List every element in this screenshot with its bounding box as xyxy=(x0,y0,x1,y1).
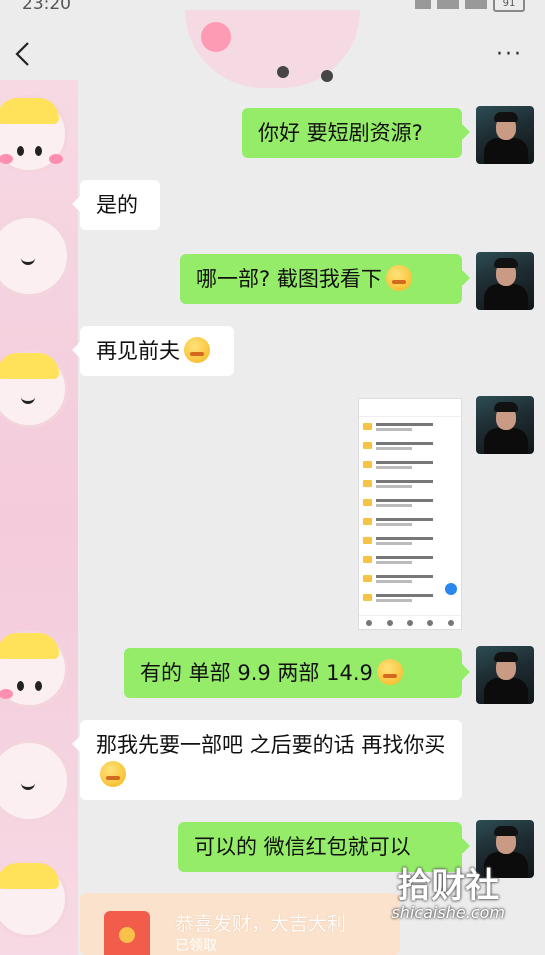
avatar[interactable] xyxy=(476,106,534,164)
screenshot-tabbar xyxy=(359,615,461,629)
watermark-sub: shicaishe.com xyxy=(391,903,505,922)
folder-icon xyxy=(363,575,372,582)
battery-icon: 91 xyxy=(493,0,525,12)
message-text: 那我先要一部吧 之后要的话 再找你买 xyxy=(96,733,446,757)
folder-icon xyxy=(363,423,372,430)
message-text: 再见前夫 xyxy=(96,339,180,363)
red-packet-title: 恭喜发财，大吉大利 xyxy=(175,913,347,935)
avatar[interactable] xyxy=(476,646,534,704)
folder-icon xyxy=(363,556,372,563)
folder-icon xyxy=(363,461,372,468)
red-packet-icon xyxy=(104,911,150,955)
red-packet-status: 已领取 xyxy=(175,938,217,954)
avatar[interactable] xyxy=(476,252,534,310)
avatar[interactable] xyxy=(476,396,534,454)
message-text: 是的 xyxy=(96,193,138,217)
signal-icon-2 xyxy=(465,0,487,9)
folder-icon xyxy=(363,499,372,506)
message-bubble-sent[interactable]: 有的 单部 9.9 两部 14.9 xyxy=(124,648,470,698)
message-text: 有的 单部 9.9 两部 14.9 xyxy=(140,661,373,685)
message-bubble-received[interactable]: 再见前夫 xyxy=(72,326,234,376)
folder-icon xyxy=(363,480,372,487)
wifi-icon xyxy=(415,0,431,9)
message-text: 你好 要短剧资源? xyxy=(258,121,423,145)
status-time: 23:20 xyxy=(22,0,71,14)
message-bubble-received[interactable]: 是的 xyxy=(72,180,160,230)
screenshot-header xyxy=(359,399,461,417)
folder-icon xyxy=(363,518,372,525)
message-text: 可以的 微信红包就可以 xyxy=(194,835,411,859)
red-packet-card[interactable]: 恭喜发财，大吉大利 已领取 xyxy=(80,893,400,955)
message-text: 哪一部? 截图我看下 xyxy=(196,267,382,291)
message-bubble-received[interactable]: 那我先要一部吧 之后要的话 再找你买 xyxy=(72,720,462,800)
chat-header: ··· xyxy=(0,14,545,92)
more-dots-icon[interactable]: ··· xyxy=(496,44,523,66)
folder-icon xyxy=(363,537,372,544)
laugh-cry-emoji-icon xyxy=(184,337,210,363)
message-bubble-sent[interactable]: 哪一部? 截图我看下 xyxy=(180,254,470,304)
signal-icon xyxy=(437,0,459,9)
status-icons: 91 xyxy=(415,0,525,12)
smirk-emoji-icon xyxy=(385,265,412,291)
folder-icon xyxy=(363,442,372,449)
watermark-main: 拾财社 xyxy=(397,866,500,906)
chevron-left-icon[interactable] xyxy=(12,40,34,68)
watermark: 拾财社 shicaishe.com xyxy=(391,858,505,922)
wallpaper-cartoon-strip xyxy=(0,80,78,955)
smirk-emoji-icon xyxy=(100,761,126,787)
folder-icon xyxy=(363,594,372,601)
smirk-emoji-icon xyxy=(376,659,403,685)
image-message-screenshot[interactable] xyxy=(358,398,462,630)
add-button-icon xyxy=(445,583,457,595)
message-bubble-sent[interactable]: 你好 要短剧资源? xyxy=(242,108,470,158)
